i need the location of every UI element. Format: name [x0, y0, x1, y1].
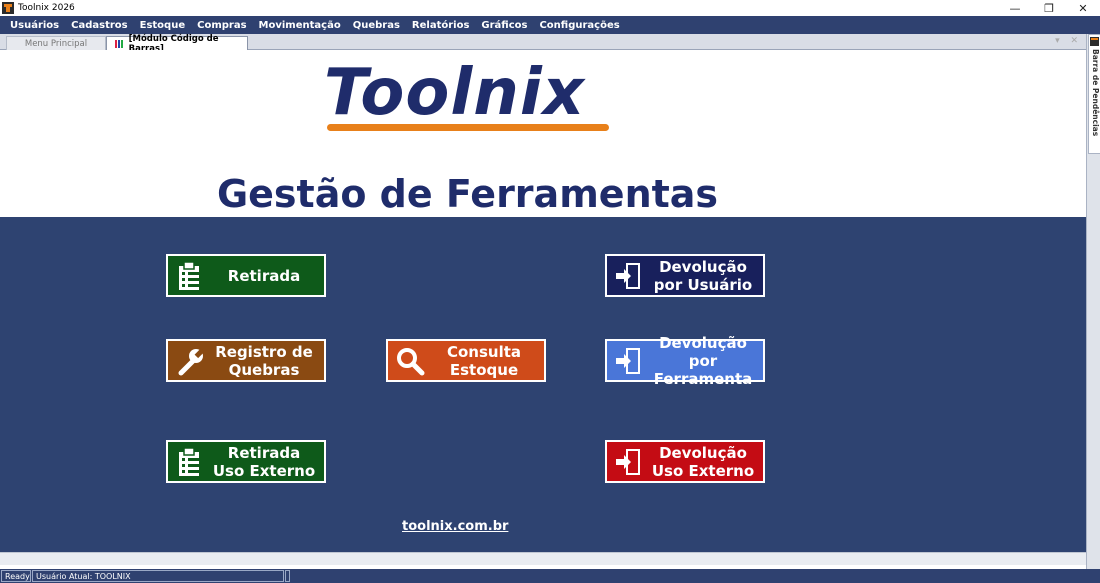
main-panel [0, 217, 1086, 552]
barcode-icon [115, 39, 124, 48]
menu-compras[interactable]: Compras [191, 20, 252, 31]
consulta-estoque-button[interactable]: Consulta Estoque [386, 339, 546, 382]
side-panel: Barra de Pendências [1086, 34, 1100, 569]
tab-menu-principal[interactable]: Menu Principal [6, 36, 106, 50]
devolucao-uso-externo-button[interactable]: Devolução Uso Externo [605, 440, 765, 483]
menu-movimentacao[interactable]: Movimentação [253, 20, 347, 31]
menu-usuarios[interactable]: Usuários [4, 20, 65, 31]
door-enter-icon [611, 258, 647, 294]
devolucao-usuario-button[interactable]: Devolução por Usuário [605, 254, 765, 297]
retirada-uso-externo-button[interactable]: Retirada Uso Externo [166, 440, 326, 483]
page-title: Gestão de Ferramentas [216, 172, 719, 216]
button-label: Consulta Estoque [446, 342, 522, 379]
menu-estoque[interactable]: Estoque [134, 20, 192, 31]
app-icon [2, 2, 14, 14]
registro-quebras-button[interactable]: Registro de Quebras [166, 339, 326, 382]
status-spacer [285, 570, 290, 582]
button-label: Retirada [227, 266, 301, 285]
logo-underline [327, 124, 609, 131]
button-label: Registro de Quebras [215, 342, 313, 379]
status-ready: Ready [1, 570, 31, 582]
window-controls: — ❐ ✕ [998, 0, 1100, 16]
magnifier-icon [392, 343, 428, 379]
side-panel-label: Barra de Pendências [1091, 49, 1100, 137]
restore-button[interactable]: ❐ [1032, 0, 1066, 16]
devolucao-ferramenta-button[interactable]: Devolução por Ferramenta [605, 334, 765, 388]
retirada-button[interactable]: Retirada [166, 254, 326, 297]
tab-label: Menu Principal [24, 38, 88, 49]
door-enter-icon [611, 444, 647, 480]
menu-relatorios[interactable]: Relatórios [406, 20, 476, 31]
minimize-button[interactable]: — [998, 0, 1032, 16]
clipboard-icon [172, 444, 208, 480]
toolnix-logo: Toolnix [324, 58, 614, 138]
window-title: Toolnix 2026 [18, 3, 75, 13]
tab-strip: Menu Principal [Módulo Código de Barras]… [0, 34, 1086, 54]
menu-quebras[interactable]: Quebras [347, 20, 406, 31]
door-enter-icon [611, 343, 647, 379]
button-label: Retirada Uso Externo [212, 443, 316, 480]
wrench-icon [172, 343, 208, 379]
button-label: Devolução por Ferramenta [653, 333, 753, 388]
status-user: Usuário Atual: TOOLNIX [32, 570, 284, 582]
button-label: Devolução por Usuário [653, 257, 753, 294]
menu-graficos[interactable]: Gráficos [475, 20, 533, 31]
menu-bar: Usuários Cadastros Estoque Compras Movim… [0, 16, 1100, 34]
menu-cadastros[interactable]: Cadastros [65, 20, 133, 31]
pendencias-tab[interactable]: Barra de Pendências [1088, 34, 1100, 154]
logo-text: Toolnix [324, 56, 586, 130]
tab-codigo-barras[interactable]: [Módulo Código de Barras] [106, 34, 248, 54]
menu-configuracoes[interactable]: Configurações [533, 20, 625, 31]
horizontal-scrollbar[interactable] [0, 552, 1086, 565]
status-bar: Ready Usuário Atual: TOOLNIX [0, 569, 1100, 583]
clipboard-icon [172, 258, 208, 294]
title-bar: Toolnix 2026 — ❐ ✕ [0, 0, 1100, 16]
button-label: Devolução Uso Externo [651, 443, 755, 480]
website-link[interactable]: toolnix.com.br [402, 519, 508, 534]
app-icon [1090, 37, 1099, 46]
tab-controls[interactable]: ▾ ✕ [1055, 36, 1082, 46]
close-button[interactable]: ✕ [1066, 0, 1100, 16]
